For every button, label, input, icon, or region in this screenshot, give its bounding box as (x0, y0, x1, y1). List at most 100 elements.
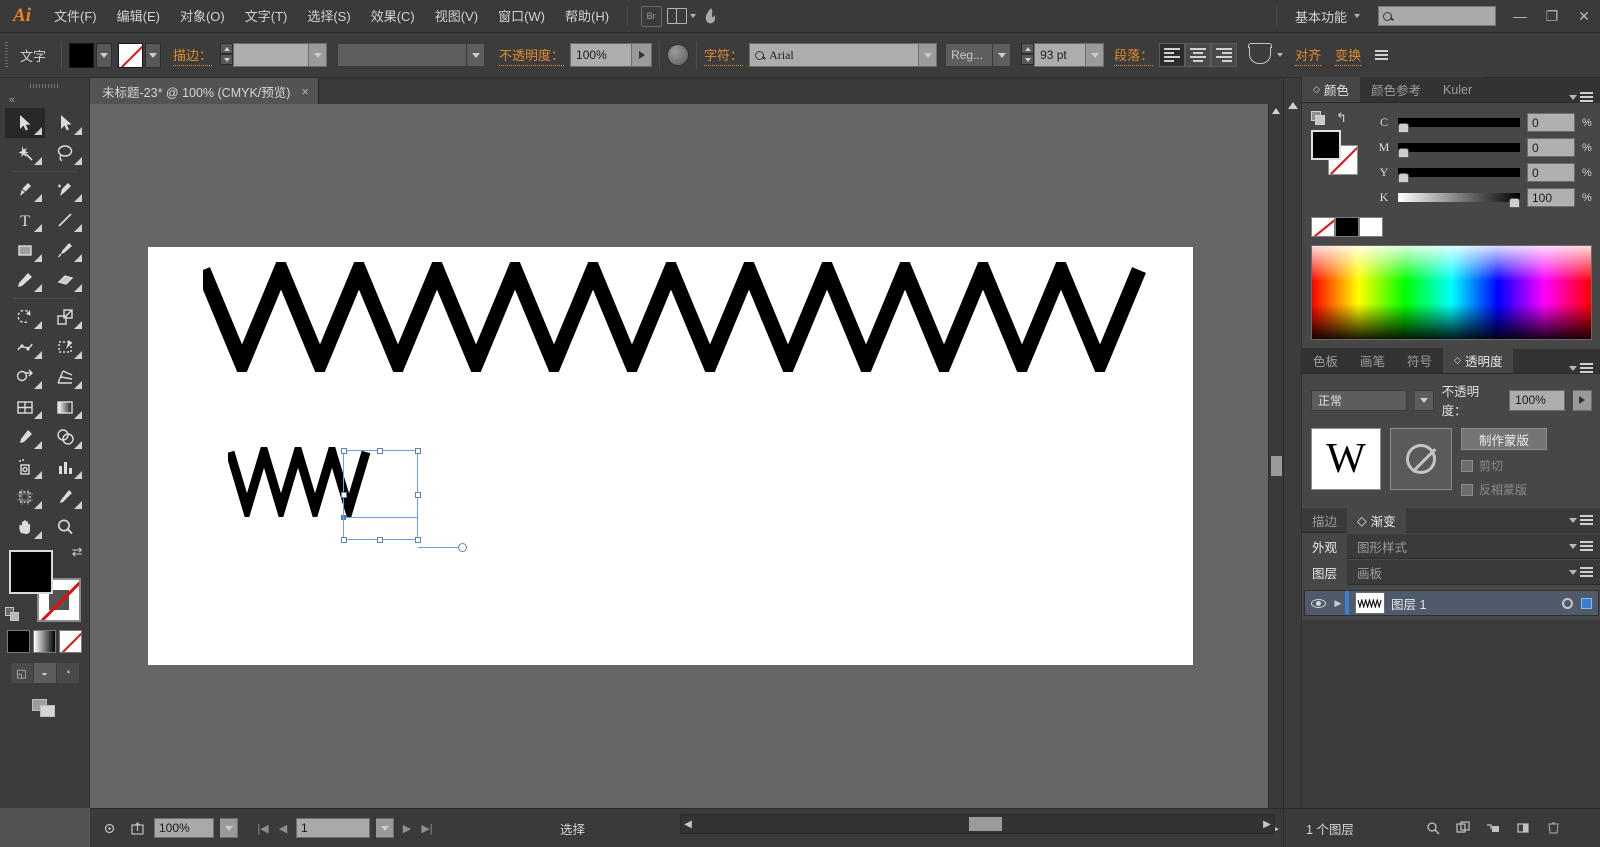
arrange-documents-icon[interactable] (666, 5, 696, 27)
invert-mask-checkbox[interactable] (1461, 483, 1473, 496)
fill-dropdown[interactable] (96, 42, 113, 68)
color-fill-swatch[interactable] (1311, 130, 1341, 160)
tab-artboards[interactable]: 画板 (1347, 559, 1392, 585)
stroke-weight-stepper[interactable] (220, 43, 234, 67)
handle-bottom-left[interactable] (340, 536, 347, 543)
channel-k-slider[interactable] (1398, 193, 1520, 208)
make-clipping-mask-icon[interactable] (1448, 817, 1478, 839)
stroke-gradient-menu-icon[interactable] (1569, 515, 1600, 525)
column-graph-tool[interactable] (45, 452, 85, 482)
vertical-scroll-thumb[interactable] (1271, 456, 1282, 476)
channel-y-value[interactable]: 0 (1527, 163, 1575, 182)
search-input[interactable] (1378, 6, 1496, 26)
font-style-dropdown[interactable] (993, 43, 1012, 67)
transparency-opacity-input[interactable]: 100% (1509, 389, 1565, 411)
object-thumbnail[interactable]: W (1311, 428, 1381, 490)
canvas-horizontal-scrollbar[interactable]: ◀ ▶ (680, 814, 1275, 834)
artboard[interactable] (148, 247, 1193, 665)
document-tab[interactable]: 未标题-23* @ 100% (CMYK/预览) × (90, 78, 320, 104)
expand-panels-icon[interactable] (1288, 102, 1298, 109)
type-tool[interactable]: T (5, 205, 45, 235)
tab-layers[interactable]: 图层 (1302, 559, 1348, 585)
color-mode-none[interactable] (59, 630, 82, 653)
rotate-handle[interactable] (458, 543, 467, 552)
artboard-tool[interactable] (5, 482, 45, 512)
color-spectrum-ramp[interactable] (1311, 245, 1592, 340)
stroke-swatch[interactable] (118, 42, 144, 68)
selection-bounding-box[interactable] (340, 447, 421, 543)
scale-tool[interactable] (45, 302, 85, 332)
tab-color-guide[interactable]: 颜色参考 (1359, 77, 1432, 102)
transform-panel-link[interactable]: 变换 (1335, 45, 1362, 66)
channel-y-slider[interactable] (1398, 168, 1520, 183)
handle-bottom-center[interactable] (377, 536, 383, 543)
tab-brushes[interactable]: 画笔 (1349, 348, 1397, 373)
rectangle-tool[interactable] (5, 235, 45, 265)
fill-stroke-stack-icon[interactable] (1311, 110, 1326, 126)
color-fill-stroke[interactable] (1311, 130, 1359, 175)
swatch-none[interactable] (1311, 217, 1335, 237)
tools-panel-grip[interactable] (0, 78, 89, 94)
blob-brush-tool[interactable] (45, 265, 85, 295)
layer-name[interactable]: 图层 1 (1391, 594, 1562, 613)
stroke-dropdown[interactable] (145, 42, 162, 68)
opacity-input[interactable]: 100% (570, 43, 633, 67)
line-segment-tool[interactable] (45, 205, 85, 235)
text-wrap-icon[interactable] (1248, 42, 1273, 64)
handle-top-right[interactable] (414, 447, 421, 454)
swatch-black[interactable] (1335, 217, 1359, 237)
recolor-artwork-icon[interactable] (667, 44, 690, 66)
width-tool[interactable] (5, 332, 45, 362)
fill-color-swatch[interactable] (8, 550, 53, 594)
create-new-layer-icon[interactable] (1508, 817, 1538, 839)
clip-checkbox[interactable] (1461, 459, 1473, 472)
mask-thumbnail[interactable] (1390, 428, 1452, 490)
transparency-opacity-flyout[interactable] (1572, 389, 1592, 411)
restore-button[interactable]: ❐ (1536, 4, 1568, 29)
mesh-tool[interactable] (5, 392, 45, 422)
free-transform-tool[interactable] (45, 332, 85, 362)
zigzag-artwork-large[interactable] (203, 262, 1153, 372)
tab-kuler[interactable]: Kuler (1431, 77, 1484, 102)
blend-tool[interactable] (45, 422, 85, 452)
menu-help[interactable]: 帮助(H) (555, 0, 619, 33)
color-mode-color[interactable] (7, 630, 30, 653)
table-row[interactable]: ▶ 图层 1 (1304, 590, 1599, 616)
align-right-button[interactable] (1211, 43, 1238, 67)
add-anchor-point-tool[interactable] (45, 175, 85, 205)
handle-middle-left[interactable] (340, 491, 347, 498)
shape-builder-tool[interactable] (5, 362, 45, 392)
stroke-weight-input[interactable] (233, 43, 310, 67)
close-icon[interactable]: × (301, 84, 309, 99)
channel-c-slider[interactable] (1398, 118, 1520, 133)
scroll-left-icon[interactable]: ◀ (681, 819, 695, 830)
artboard-number-input[interactable]: 1 (296, 818, 370, 838)
selection-tool[interactable] (4, 108, 45, 138)
handle-middle-right[interactable] (414, 491, 421, 498)
paragraph-label[interactable]: 段落： (1114, 45, 1154, 66)
font-size-dropdown[interactable] (1086, 43, 1105, 67)
channel-m-value[interactable]: 0 (1527, 138, 1575, 157)
zoom-input[interactable]: 100% (154, 818, 214, 838)
tab-appearance[interactable]: 外观 (1302, 533, 1348, 559)
align-left-button[interactable] (1159, 43, 1186, 67)
handle-top-center[interactable] (377, 447, 383, 454)
character-label[interactable]: 字符： (704, 45, 744, 66)
menu-select[interactable]: 选择(S) (297, 0, 360, 33)
font-family-dropdown[interactable] (919, 43, 938, 67)
opacity-label[interactable]: 不透明度： (499, 45, 565, 66)
scroll-up-icon[interactable] (1272, 108, 1280, 114)
swap-fill-stroke-icon[interactable]: ⇄ (72, 544, 83, 560)
zoom-dropdown[interactable] (220, 818, 238, 838)
tab-stroke[interactable]: 描边 (1302, 507, 1347, 533)
layer-expand-icon[interactable]: ▶ (1331, 598, 1345, 609)
paintbrush-tool[interactable] (45, 235, 85, 265)
previous-artboard-button[interactable]: ◀ (276, 822, 290, 835)
tab-swatches[interactable]: 色板 (1302, 348, 1350, 373)
fill-swatch[interactable] (69, 42, 95, 68)
menu-window[interactable]: 窗口(W) (488, 0, 555, 33)
default-fill-stroke-icon[interactable] (4, 607, 20, 622)
color-mode-gradient[interactable] (33, 630, 56, 653)
handle-top-left[interactable] (340, 447, 347, 454)
canvas-area[interactable] (90, 104, 1283, 808)
